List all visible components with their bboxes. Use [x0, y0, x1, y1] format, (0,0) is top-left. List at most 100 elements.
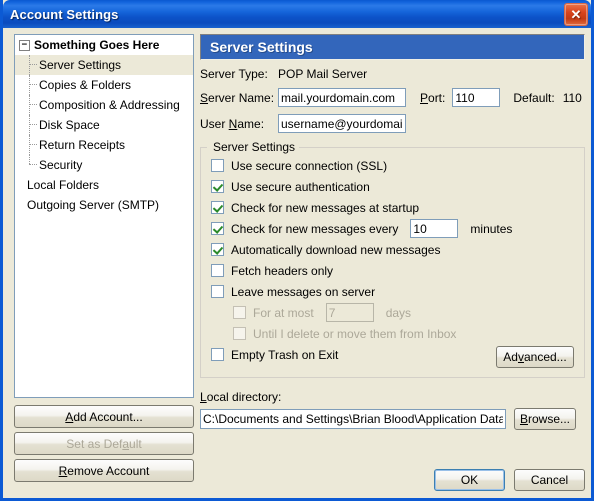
default-port-value: 110: [562, 90, 582, 105]
tree-item-server-settings[interactable]: Server Settings: [15, 55, 193, 75]
tree-expander-icon[interactable]: −: [19, 39, 30, 51]
dialog-button-bar: OK Cancel: [434, 469, 585, 491]
input-for-at-most: [325, 303, 374, 322]
tree-item-return-receipts[interactable]: Return Receipts: [15, 135, 193, 155]
tree-item-composition-addressing[interactable]: Composition & Addressing: [15, 95, 193, 115]
checkbox-use-secure-authentication[interactable]: [211, 180, 224, 193]
remove-account-button[interactable]: Remove Account: [14, 459, 194, 482]
option-row-fetch-headers-only: Fetch headers only: [211, 260, 574, 281]
default-port-label: Default:: [513, 90, 555, 105]
settings-panel: Server Settings Server Type: POP Mail Se…: [200, 34, 585, 492]
tree-item-something-goes-here[interactable]: − Something Goes Here: [15, 35, 193, 55]
checkbox-automatically-download-new-messages[interactable]: [211, 243, 224, 256]
add-account-label: dd Account...: [73, 409, 143, 424]
user-name-label: User Name:: [200, 116, 265, 131]
option-row-use-secure-connection-ssl: Use secure connection (SSL): [211, 155, 574, 176]
tree-guide-dash: [29, 104, 37, 105]
tree-guide-line: [29, 55, 31, 75]
checkbox-label-fetch-headers-only: Fetch headers only: [231, 263, 334, 278]
add-account-button[interactable]: Add Account...: [14, 405, 194, 428]
section-title: Server Settings: [210, 39, 313, 55]
checkbox-until-i-delete-or-move-them-from-inbox: [233, 327, 246, 340]
option-row-leave-messages-on-server: Leave messages on server: [211, 281, 574, 302]
tree-item-local-folders[interactable]: Local Folders: [15, 175, 193, 195]
tree-guide-dash: [29, 84, 37, 85]
tree-item-label: Something Goes Here: [34, 38, 160, 52]
server-type-value: POP Mail Server: [278, 67, 368, 81]
local-directory-label: Local directory:: [200, 390, 282, 404]
server-name-label: Server Name:: [200, 90, 275, 105]
account-settings-dialog: Account Settings ✕ − Something Goes Here S…: [0, 0, 594, 501]
option-row-use-secure-authentication: Use secure authentication: [211, 176, 574, 197]
port-input[interactable]: [452, 88, 501, 107]
tree-item-label: Disk Space: [39, 118, 100, 132]
checkbox-empty-trash-on-exit[interactable]: [211, 348, 224, 361]
checkbox-label-check-for-new-messages-every: Check for new messages every: [231, 221, 399, 236]
tree-item-copies-folders[interactable]: Copies & Folders: [15, 75, 193, 95]
tree-item-disk-space[interactable]: Disk Space: [15, 115, 193, 135]
tree-item-security[interactable]: Security: [15, 155, 193, 175]
server-type-label: Server Type:: [200, 67, 268, 81]
checkbox-fetch-headers-only[interactable]: [211, 264, 224, 277]
option-row-automatically-download-new-messages: Automatically download new messages: [211, 239, 574, 260]
checkbox-check-for-new-messages-every[interactable]: [211, 222, 224, 235]
checkbox-label-use-secure-authentication: Use secure authentication: [231, 179, 370, 194]
advanced-button[interactable]: Advanced...: [496, 346, 574, 368]
tree-guide-line: [29, 115, 31, 135]
option-row-check-for-new-messages-every: Check for new messages every minutes: [211, 218, 574, 239]
tree-item-label: Return Receipts: [39, 138, 126, 152]
dialog-client-area: − Something Goes Here Server Settings Copie…: [3, 28, 591, 498]
server-name-row: Server Name: Port: Default: 110: [200, 88, 585, 107]
window-title: Account Settings: [10, 6, 119, 22]
close-window-button[interactable]: ✕: [564, 3, 588, 26]
tree-guide-dash: [29, 64, 37, 65]
tree-item-label: Server Settings: [39, 58, 122, 72]
tree-guide-line: [29, 155, 31, 164]
tree-guide-dash: [29, 164, 37, 165]
tree-item-label: Security: [39, 158, 83, 172]
checkbox-use-secure-connection-ssl[interactable]: [211, 159, 224, 172]
browse-button[interactable]: Browse...: [514, 408, 576, 430]
set-as-default-button[interactable]: Set as Default: [14, 432, 194, 455]
tree-guide-line: [29, 135, 31, 155]
checkbox-check-for-new-messages-at-startup[interactable]: [211, 201, 224, 214]
tree-item-label: Composition & Addressing: [39, 98, 180, 112]
checkbox-label-use-secure-connection-ssl: Use secure connection (SSL): [231, 158, 388, 173]
checkbox-label-until-i-delete-or-move-them-from-inbox: Until I delete or move them from Inbox: [253, 326, 457, 341]
checkbox-leave-messages-on-server[interactable]: [211, 285, 224, 298]
server-type-row: Server Type: POP Mail Server: [200, 67, 585, 81]
suffix-check-for-new-messages-every: minutes: [470, 221, 513, 236]
checkbox-label-check-for-new-messages-at-startup: Check for new messages at startup: [231, 200, 420, 215]
checkbox-for-at-most: [233, 306, 246, 319]
option-row-until-i-delete-or-move-them-from-inbox: Until I delete or move them from Inbox: [211, 323, 574, 344]
tree-item-label: Local Folders: [27, 178, 100, 192]
tree-item-label: Copies & Folders: [39, 78, 132, 92]
close-icon: ✕: [570, 7, 582, 22]
section-header: Server Settings: [200, 34, 585, 60]
suffix-for-at-most: days: [385, 305, 412, 320]
tree-guide-line: [29, 95, 31, 115]
tree-guide-dash: [29, 124, 37, 125]
tree-guide-line: [29, 75, 31, 95]
tree-guide-dash: [29, 144, 37, 145]
groupbox-legend: Server Settings: [209, 140, 300, 154]
user-name-row: User Name:: [200, 114, 585, 133]
account-tree[interactable]: − Something Goes Here Server Settings Copie…: [14, 34, 194, 398]
local-directory-row: Browse...: [200, 408, 585, 430]
option-row-check-for-new-messages-at-startup: Check for new messages at startup: [211, 197, 574, 218]
port-label: Port:: [420, 90, 446, 105]
title-bar: Account Settings ✕: [3, 0, 591, 28]
checkbox-label-automatically-download-new-messages: Automatically download new messages: [231, 242, 441, 257]
server-name-input[interactable]: [278, 88, 406, 107]
tree-item-outgoing-server-smtp[interactable]: Outgoing Server (SMTP): [15, 195, 193, 215]
input-check-for-new-messages-every[interactable]: [410, 219, 459, 238]
user-name-input[interactable]: [278, 114, 406, 133]
tree-item-label: Outgoing Server (SMTP): [27, 198, 160, 212]
local-directory-input[interactable]: [200, 409, 506, 429]
cancel-button[interactable]: Cancel: [514, 469, 585, 491]
checkbox-label-leave-messages-on-server: Leave messages on server: [231, 284, 376, 299]
server-settings-groupbox: Server Settings Use secure connection (S…: [200, 140, 585, 378]
checkbox-label-empty-trash-on-exit: Empty Trash on Exit: [231, 347, 339, 362]
ok-button[interactable]: OK: [434, 469, 505, 491]
option-row-for-at-most: For at most days: [211, 302, 574, 323]
